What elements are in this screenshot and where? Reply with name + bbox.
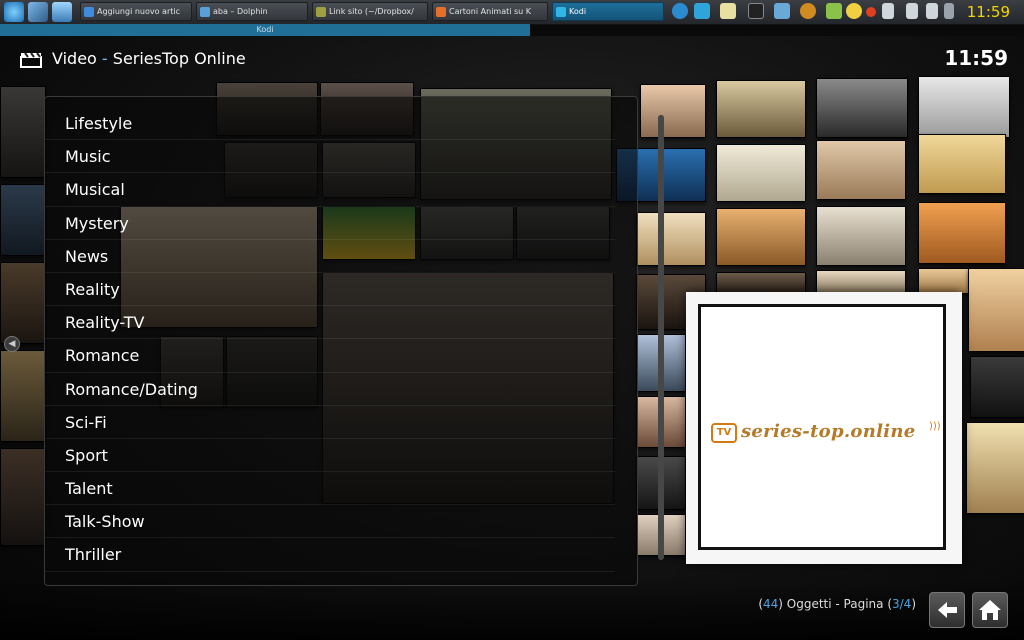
taskbar-task[interactable]: Link sito (~/Dropbox/ bbox=[312, 2, 428, 21]
addon-label: SeriesTop Online bbox=[112, 49, 246, 68]
addon-poster: TV series-top.online ))) bbox=[686, 292, 962, 564]
app-launcher-icon[interactable] bbox=[4, 2, 24, 22]
background-tile bbox=[966, 422, 1024, 514]
kodi-clock: 11:59 bbox=[944, 46, 1008, 70]
poster-frame: TV series-top.online ))) bbox=[698, 304, 946, 550]
expand-tray-icon[interactable] bbox=[944, 3, 954, 19]
background-tile bbox=[0, 184, 46, 256]
signal-waves-icon: ))) bbox=[929, 421, 941, 432]
background-tile bbox=[0, 262, 46, 344]
poster-logo-text: series-top.online bbox=[741, 421, 916, 442]
task-label: aba – Dolphin bbox=[213, 7, 268, 16]
note-app-icon[interactable] bbox=[846, 3, 862, 19]
list-item[interactable]: Romance bbox=[45, 339, 615, 373]
screenshot-icon[interactable] bbox=[774, 3, 790, 19]
background-tile bbox=[0, 350, 46, 442]
network-icon[interactable] bbox=[926, 3, 938, 19]
taskbar-task-kodi[interactable]: Kodi bbox=[552, 2, 664, 21]
list-item[interactable]: Mystery bbox=[45, 207, 615, 240]
back-arrow-icon bbox=[938, 602, 957, 618]
background-tile bbox=[716, 80, 806, 138]
taskbar-clock[interactable]: 11:59 bbox=[967, 2, 1010, 22]
task-label: Cartoni Animati su K bbox=[449, 7, 532, 16]
home-button[interactable] bbox=[972, 592, 1008, 628]
objects-label: ) Oggetti - Pagina ( bbox=[778, 597, 892, 611]
background-tile bbox=[716, 144, 806, 202]
list-item[interactable]: Talk-Show bbox=[45, 505, 615, 539]
list-item[interactable]: Romance/Dating bbox=[45, 373, 615, 406]
firefox-icon bbox=[436, 7, 446, 17]
sync-icon[interactable] bbox=[672, 3, 688, 19]
list-item[interactable]: Musical bbox=[45, 173, 615, 207]
task-label: Link sito (~/Dropbox/ bbox=[329, 7, 414, 16]
title-separator: - bbox=[96, 49, 113, 68]
film-clapper-icon bbox=[20, 52, 42, 68]
background-tile bbox=[816, 270, 906, 294]
background-tile bbox=[0, 86, 46, 178]
record-icon[interactable] bbox=[866, 7, 876, 17]
files-icon[interactable] bbox=[52, 2, 72, 22]
background-tile bbox=[918, 202, 1006, 264]
tv-logo-icon: TV bbox=[711, 423, 737, 443]
usb-icon[interactable] bbox=[906, 3, 918, 19]
background-tile bbox=[918, 134, 1006, 194]
background-tile bbox=[970, 356, 1024, 418]
background-tile bbox=[816, 78, 908, 138]
dolphin-icon bbox=[200, 7, 210, 17]
browser-icon bbox=[84, 7, 94, 17]
volume-icon[interactable] bbox=[882, 3, 894, 19]
genre-list: Lifestyle Music Musical Mystery News Rea… bbox=[45, 107, 615, 572]
background-tile bbox=[918, 76, 1010, 138]
editor-icon bbox=[316, 7, 326, 17]
background-tile bbox=[816, 140, 906, 200]
chevron-left-icon[interactable]: ◀ bbox=[4, 336, 20, 352]
list-item[interactable]: News bbox=[45, 240, 615, 273]
background-tile bbox=[716, 208, 806, 266]
list-item[interactable]: Music bbox=[45, 140, 615, 174]
page-indicator: 3/4 bbox=[892, 597, 912, 611]
taskbar-task[interactable]: Aggiungi nuovo artic bbox=[80, 2, 192, 21]
list-scrollbar[interactable] bbox=[658, 115, 664, 560]
home-icon bbox=[979, 600, 1001, 620]
back-button[interactable] bbox=[929, 592, 965, 628]
genre-list-panel: Lifestyle Music Musical Mystery News Rea… bbox=[44, 96, 664, 586]
paren-close: ) bbox=[911, 597, 916, 611]
list-item[interactable]: Reality bbox=[45, 273, 615, 307]
notes-icon[interactable] bbox=[720, 3, 736, 19]
task-label: Aggiungi nuovo artic bbox=[97, 7, 180, 16]
list-item[interactable]: Sci-Fi bbox=[45, 406, 615, 439]
list-item[interactable]: Reality-TV bbox=[45, 306, 615, 340]
taskbar-task[interactable]: aba – Dolphin bbox=[196, 2, 308, 21]
shield-icon[interactable] bbox=[826, 3, 842, 19]
section-label: Video bbox=[52, 49, 97, 68]
background-tile bbox=[716, 272, 806, 294]
item-count: 44 bbox=[763, 597, 779, 611]
scrollbar-thumb[interactable] bbox=[658, 115, 664, 560]
camera-icon[interactable] bbox=[800, 3, 816, 19]
taskbar-task[interactable]: Cartoni Animati su K bbox=[432, 2, 548, 21]
background-tile bbox=[968, 268, 1024, 352]
background-tile bbox=[816, 206, 906, 266]
kodi-icon bbox=[556, 7, 566, 17]
desktop-icon[interactable] bbox=[28, 2, 48, 22]
system-taskbar: Aggiungi nuovo artic aba – Dolphin Link … bbox=[0, 0, 1024, 25]
page-title: Video - SeriesTop Online bbox=[52, 49, 246, 68]
window-title: Kodi bbox=[0, 24, 530, 36]
item-count-footer: (44) Oggetti - Pagina (3/4) bbox=[758, 597, 916, 611]
background-tile bbox=[640, 84, 706, 138]
task-label: Kodi bbox=[569, 7, 587, 16]
list-item[interactable]: Thriller bbox=[45, 538, 615, 572]
terminal-icon[interactable] bbox=[748, 3, 764, 19]
kodi-tray-icon[interactable] bbox=[694, 3, 710, 19]
background-tile bbox=[0, 448, 46, 546]
list-item[interactable]: Sport bbox=[45, 439, 615, 473]
list-item[interactable]: Lifestyle bbox=[45, 107, 615, 141]
background-tile bbox=[636, 212, 706, 266]
list-item[interactable]: Talent bbox=[45, 472, 615, 506]
